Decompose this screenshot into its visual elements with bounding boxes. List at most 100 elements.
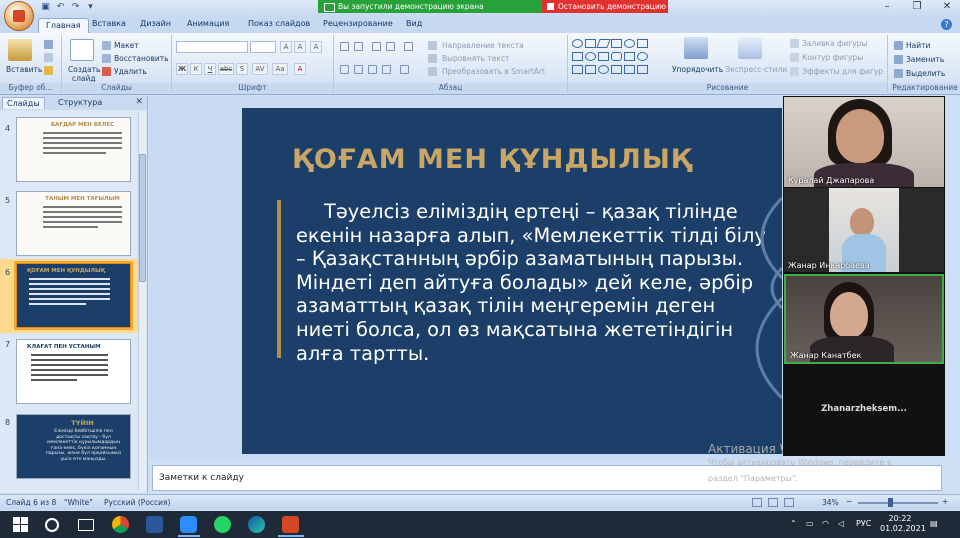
volume-icon[interactable]: ◁ — [838, 519, 844, 528]
select-button[interactable]: Выделить — [906, 69, 945, 78]
participant-video[interactable]: Жанар Канатбек — [784, 274, 944, 364]
wifi-icon[interactable]: ◠ — [822, 519, 829, 528]
change-case-button[interactable]: Аа — [272, 63, 288, 75]
zoom-slider[interactable] — [858, 502, 938, 504]
taskbar-clock[interactable]: 20:22 01.02.2021 — [880, 514, 926, 534]
panel-scrollbar[interactable] — [138, 112, 146, 490]
copy-icon[interactable] — [44, 53, 53, 62]
zoom-out-icon[interactable]: − — [846, 497, 852, 506]
text-direction-button[interactable]: Направление текста — [442, 41, 524, 50]
quick-styles-button[interactable]: Экспресс-стили — [725, 65, 787, 74]
keyboard-language[interactable]: РУС — [856, 519, 871, 528]
powerpoint-taskbar-icon[interactable] — [282, 516, 299, 533]
numbering-icon[interactable] — [354, 42, 363, 51]
help-icon[interactable]: ? — [941, 19, 952, 30]
customize-qat-icon[interactable]: ▾ — [85, 2, 96, 13]
delete-button[interactable]: Удалить — [114, 67, 147, 76]
restore-icon[interactable]: ❐ — [910, 1, 924, 12]
close-icon[interactable]: ✕ — [940, 1, 954, 12]
font-grow-button[interactable]: A — [280, 41, 292, 53]
theme-name[interactable]: "White" — [64, 498, 93, 507]
tab-slides[interactable]: Слайды — [2, 97, 45, 109]
minimize-icon[interactable]: – — [880, 1, 894, 12]
font-name-input[interactable] — [176, 41, 248, 53]
align-text-button[interactable]: Выровнять текст — [442, 54, 509, 63]
slide-thumbnail-4[interactable]: БАҒДАР МЕН БЕЛЕС — [16, 117, 131, 182]
zoom-app-icon[interactable] — [180, 516, 197, 533]
font-shrink-button[interactable]: A — [294, 41, 306, 53]
justify-icon[interactable] — [382, 65, 391, 74]
search-icon[interactable] — [45, 518, 59, 532]
paste-button[interactable]: Вставить — [6, 65, 42, 74]
tab-outline[interactable]: Структура — [54, 97, 106, 108]
new-slide-label-1[interactable]: Создать — [68, 65, 100, 74]
italic-button[interactable]: К — [190, 63, 202, 75]
tab-insert[interactable]: Вставка — [92, 19, 126, 28]
shape-effects-button[interactable]: Эффекты для фигур — [802, 67, 883, 76]
layout-button[interactable]: Макет — [114, 41, 139, 50]
increase-indent-icon[interactable] — [386, 42, 395, 51]
slideshow-view-icon[interactable] — [784, 498, 794, 507]
slide-thumbnail-6[interactable]: ҚОҒАМ МЕН ҚҰНДЫЛЫҚ — [14, 261, 133, 330]
align-center-icon[interactable] — [354, 65, 363, 74]
network-icon[interactable]: ▭ — [806, 519, 814, 528]
tab-design[interactable]: Дизайн — [140, 19, 171, 28]
find-button[interactable]: Найти — [906, 41, 930, 50]
save-icon[interactable]: ▣ — [40, 2, 51, 13]
tab-animation[interactable]: Анимация — [187, 19, 229, 28]
windows-start-icon[interactable] — [12, 516, 29, 533]
arrange-button[interactable]: Упорядочить — [672, 65, 723, 74]
slide-editor[interactable]: ҚОҒАМ МЕН ҚҰНДЫЛЫҚ Тәуелсіз еліміздің ер… — [242, 108, 782, 454]
strikethrough-button[interactable]: abc — [218, 63, 234, 75]
tray-expand-icon[interactable]: ⌃ — [790, 519, 797, 528]
cut-icon[interactable] — [44, 40, 53, 49]
line-spacing-icon[interactable] — [404, 42, 413, 51]
tab-slideshow[interactable]: Показ слайдов — [248, 19, 310, 28]
slide-body[interactable]: Тәуелсіз еліміздің ертеңі – қазақ тілінд… — [296, 200, 766, 365]
tab-review[interactable]: Рецензирование — [323, 19, 393, 28]
edge-icon[interactable] — [248, 516, 265, 533]
align-left-icon[interactable] — [340, 65, 349, 74]
zoom-slider-handle[interactable] — [888, 498, 893, 507]
replace-button[interactable]: Заменить — [906, 55, 944, 64]
chrome-icon[interactable] — [112, 516, 129, 533]
zoom-level[interactable]: 34% — [822, 498, 839, 507]
office-button[interactable] — [4, 1, 34, 31]
shape-outline-button[interactable]: Контур фигуры — [802, 53, 863, 62]
slide-thumbnail-5[interactable]: ТАНЫМ МЕН ТАҒЫЛЫМ — [16, 191, 131, 256]
sorter-view-icon[interactable] — [768, 498, 778, 507]
underline-button[interactable]: Ч — [204, 63, 216, 75]
stop-share-button[interactable]: Остановить демонстрацию — [542, 0, 668, 13]
normal-view-icon[interactable] — [752, 498, 762, 507]
columns-icon[interactable] — [400, 65, 409, 74]
font-color-button[interactable]: A — [294, 63, 306, 75]
tab-view[interactable]: Вид — [406, 19, 422, 28]
word-icon[interactable] — [146, 516, 163, 533]
slide-thumbnail-8[interactable]: ТҮЙІН Елімізді бейбітшілік пен достықты … — [16, 414, 131, 479]
bullets-icon[interactable] — [340, 42, 349, 51]
panel-scroll-thumb[interactable] — [139, 154, 146, 282]
whatsapp-icon[interactable] — [214, 516, 231, 533]
shape-fill-button[interactable]: Заливка фигуры — [802, 39, 867, 48]
font-size-input[interactable] — [250, 41, 276, 53]
shapes-gallery[interactable] — [572, 39, 658, 77]
participant-video[interactable]: Куралай Джапарова — [784, 97, 944, 187]
task-view-icon[interactable] — [78, 519, 94, 531]
notes-field[interactable]: Заметки к слайду — [152, 465, 942, 491]
format-painter-icon[interactable] — [44, 66, 53, 75]
slide-title[interactable]: ҚОҒАМ МЕН ҚҰНДЫЛЫҚ — [292, 144, 693, 175]
bold-button[interactable]: Ж — [176, 63, 188, 75]
redo-icon[interactable]: ↷ — [70, 2, 81, 13]
smartart-button[interactable]: Преобразовать в SmartArt — [442, 67, 545, 76]
char-spacing-button[interactable]: AV — [252, 63, 268, 75]
decrease-indent-icon[interactable] — [372, 42, 381, 51]
clear-format-button[interactable]: A — [310, 41, 322, 53]
tab-home[interactable]: Главная — [38, 18, 89, 33]
slide-thumbnail-7[interactable]: КЛАҒАТ ПЕН ҰСТАНЫМ — [16, 339, 131, 404]
language-indicator[interactable]: Русский (Россия) — [104, 498, 170, 507]
new-slide-label-2[interactable]: слайд — [72, 74, 96, 83]
shadow-button[interactable]: S — [236, 63, 248, 75]
close-panel-icon[interactable]: ✕ — [135, 97, 143, 107]
notifications-icon[interactable]: ▤ — [930, 519, 938, 528]
participant-video[interactable]: Жанар Инкарбаева — [784, 188, 944, 272]
